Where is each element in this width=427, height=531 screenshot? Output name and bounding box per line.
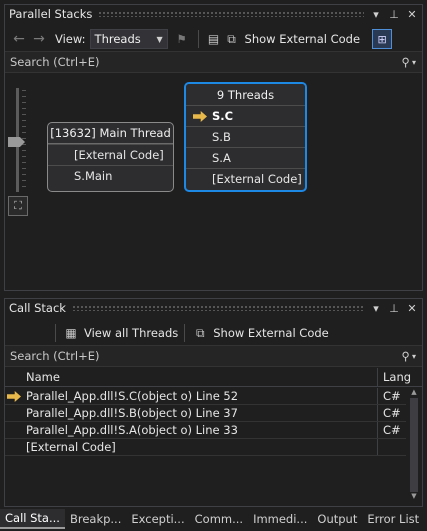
stack-frame[interactable]: S.Main bbox=[48, 165, 173, 186]
parallel-stacks-toolbar: ← → View: Threads ▼ ⚑ ▤ ⧉ Show External … bbox=[5, 25, 422, 53]
search-icon[interactable]: ⚲ ▾ bbox=[402, 55, 416, 69]
tab-call-stack[interactable]: Call Sta... bbox=[0, 509, 65, 529]
view-all-threads-button[interactable]: View all Threads bbox=[84, 326, 178, 340]
dropdown-icon[interactable]: ▾ bbox=[370, 8, 382, 21]
tab-command-window[interactable]: Comm... bbox=[190, 509, 248, 529]
stack-frame-current[interactable]: S.C bbox=[186, 105, 305, 126]
chevron-down-icon: ▼ bbox=[156, 34, 163, 44]
search-input[interactable] bbox=[10, 55, 402, 69]
call-stack-toolbar: ▦ View all Threads ⧉ Show External Code bbox=[5, 319, 422, 347]
parallel-stacks-search-bar: ⚲▾ bbox=[5, 51, 422, 73]
current-frame-arrow-icon bbox=[193, 111, 207, 122]
vertical-scrollbar[interactable]: ▲ ▼ bbox=[408, 388, 420, 504]
view-select[interactable]: Threads ▼ bbox=[89, 29, 168, 49]
show-external-code-button[interactable]: Show External Code bbox=[213, 326, 329, 340]
dropdown-icon[interactable]: ▾ bbox=[370, 302, 382, 315]
pin-icon[interactable]: ⊥ bbox=[388, 8, 400, 21]
show-external-code-button[interactable]: Show External Code bbox=[245, 32, 361, 46]
table-row[interactable]: Parallel_App.dll!S.C(object o) Line 52 C… bbox=[5, 388, 406, 405]
view-selected-value: Threads bbox=[94, 32, 141, 46]
current-frame-arrow-icon bbox=[7, 391, 21, 402]
stack-frame[interactable]: [External Code] bbox=[48, 144, 173, 165]
call-stack-panel: Call Stack ▾ ⊥ ✕ ▦ View all Threads ⧉ Sh… bbox=[4, 298, 423, 507]
toolbar-separator bbox=[55, 324, 56, 342]
threads-node-header[interactable]: 9 Threads bbox=[186, 84, 305, 105]
tab-immediate-window[interactable]: Immedi... bbox=[248, 509, 312, 529]
back-arrow-icon[interactable]: ← bbox=[9, 31, 29, 47]
frame-lang: C# bbox=[383, 389, 401, 403]
parallel-stacks-titlebar: Parallel Stacks ▾ ⊥ ✕ bbox=[5, 5, 422, 23]
table-row[interactable]: [External Code] bbox=[5, 439, 406, 456]
tab-breakpoints[interactable]: Breakp... bbox=[65, 509, 126, 529]
tool-window-tabs: Call Sta... Breakp... Excepti... Comm...… bbox=[0, 507, 427, 531]
call-stack-search-bar: ⚲▾ bbox=[5, 345, 422, 367]
flag-icon[interactable]: ⚑ bbox=[172, 32, 192, 46]
frame-lang bbox=[378, 439, 406, 455]
drag-grip[interactable] bbox=[98, 11, 364, 17]
panel-title: Parallel Stacks bbox=[9, 7, 93, 21]
frame-name: Parallel_App.dll!S.B(object o) Line 37 bbox=[23, 405, 378, 421]
threads-node[interactable]: 9 Threads S.C S.B S.A [External Code] bbox=[184, 82, 307, 192]
frame-name: Parallel_App.dll!S.A(object o) Line 33 bbox=[23, 422, 378, 438]
drag-grip[interactable] bbox=[71, 305, 364, 311]
stack-frame[interactable]: [External Code] bbox=[186, 168, 305, 189]
layout-toggle-icon[interactable]: ⊞ bbox=[372, 29, 393, 49]
table-row[interactable]: Parallel_App.dll!S.B(object o) Line 37 C… bbox=[5, 405, 406, 422]
show-external-code-icon[interactable]: ⧉ bbox=[191, 326, 209, 341]
frame-lang: C# bbox=[383, 406, 401, 420]
close-icon[interactable]: ✕ bbox=[406, 8, 418, 21]
main-thread-node[interactable]: [13632] Main Thread [External Code] S.Ma… bbox=[47, 122, 174, 192]
close-icon[interactable]: ✕ bbox=[406, 302, 418, 315]
call-stack-rows: Parallel_App.dll!S.C(object o) Line 52 C… bbox=[5, 388, 406, 456]
search-input[interactable] bbox=[10, 349, 402, 363]
stack-frame[interactable]: S.B bbox=[186, 126, 305, 147]
scroll-up-icon[interactable]: ▲ bbox=[408, 388, 420, 398]
call-stack-titlebar: Call Stack ▾ ⊥ ✕ bbox=[5, 299, 422, 317]
column-header-lang[interactable]: Lang bbox=[378, 368, 422, 386]
tab-exception-settings[interactable]: Excepti... bbox=[126, 509, 189, 529]
zoom-slider[interactable] bbox=[6, 88, 28, 192]
forward-arrow-icon[interactable]: → bbox=[29, 31, 49, 47]
frame-lang: C# bbox=[383, 423, 401, 437]
pin-icon[interactable]: ⊥ bbox=[388, 302, 400, 315]
table-row[interactable]: Parallel_App.dll!S.A(object o) Line 33 C… bbox=[5, 422, 406, 439]
view-all-threads-icon[interactable]: ▦ bbox=[62, 326, 80, 340]
stack-frame[interactable]: S.A bbox=[186, 147, 305, 168]
show-external-code-icon[interactable]: ⧉ bbox=[223, 32, 241, 47]
tab-error-list[interactable]: Error List bbox=[362, 509, 424, 529]
view-label: View: bbox=[55, 32, 86, 46]
toolbar-separator bbox=[197, 30, 199, 48]
scroll-down-icon[interactable]: ▼ bbox=[408, 492, 420, 502]
frame-name: [External Code] bbox=[23, 439, 378, 455]
main-thread-header[interactable]: [13632] Main Thread bbox=[48, 123, 173, 144]
call-stack-grid-header: Name Lang bbox=[5, 368, 422, 387]
toolbar-separator bbox=[184, 324, 186, 342]
search-icon[interactable]: ⚲ ▾ bbox=[402, 349, 416, 363]
scrollbar-thumb[interactable] bbox=[410, 398, 418, 492]
tab-output[interactable]: Output bbox=[312, 509, 362, 529]
frame-name: Parallel_App.dll!S.C(object o) Line 52 bbox=[23, 388, 378, 404]
column-header-name[interactable]: Name bbox=[23, 368, 378, 386]
panel-title: Call Stack bbox=[9, 301, 66, 315]
stack-frame-label: S.C bbox=[212, 109, 234, 123]
zoom-to-fit-icon[interactable]: ⛶ bbox=[8, 196, 28, 216]
toggle-method-view-icon[interactable]: ▤ bbox=[205, 32, 223, 46]
